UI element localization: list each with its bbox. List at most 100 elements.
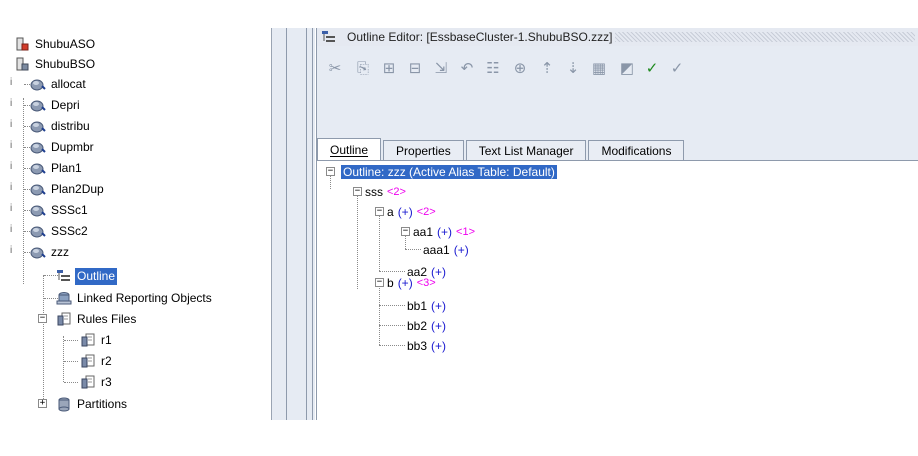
expand-collapse-icon[interactable]: i bbox=[10, 182, 12, 193]
member-name: aa1 bbox=[413, 225, 434, 239]
tree-item-label: distribu bbox=[51, 118, 90, 133]
consolidation-operator: (+) bbox=[431, 339, 447, 353]
tab-label: Properties bbox=[396, 143, 451, 158]
expand-collapse-icon[interactable]: i bbox=[10, 77, 12, 88]
verify-icon[interactable]: ✓ bbox=[642, 58, 662, 78]
tree-item-label: Depri bbox=[51, 97, 80, 112]
expand-icon[interactable]: + bbox=[38, 399, 47, 408]
tab-properties[interactable]: Properties bbox=[383, 140, 464, 160]
tree-item-database[interactable]: Plan2Dup bbox=[30, 179, 106, 199]
editor-title-bar[interactable]: Outline Editor: [EssbaseCluster-1.ShubuB… bbox=[317, 28, 918, 46]
expand-collapse-icon[interactable]: i bbox=[10, 119, 12, 130]
outline-root[interactable]: Outline: zzz (Active Alias Table: Defaul… bbox=[341, 163, 557, 181]
member-name: sss bbox=[365, 185, 383, 199]
member-name: aaa1 bbox=[423, 243, 450, 257]
member-name: bb2 bbox=[407, 319, 428, 333]
tree-item-database[interactable]: zzz bbox=[30, 242, 71, 262]
expand-collapse-icon[interactable]: i bbox=[10, 224, 12, 235]
rules-file-icon bbox=[80, 353, 96, 369]
tree-item-database[interactable]: Plan1 bbox=[30, 158, 84, 178]
member-name: bb3 bbox=[407, 339, 428, 353]
child-count: <1> bbox=[456, 226, 475, 238]
outline-member-b[interactable]: b (+) <3> bbox=[387, 274, 436, 292]
tree-item-label: Outline bbox=[75, 267, 118, 285]
tree-item-shububso[interactable]: ShubuBSO bbox=[14, 54, 97, 74]
tree-connector bbox=[43, 275, 44, 405]
outline-member-a[interactable]: a (+) <2> bbox=[387, 203, 436, 221]
cut-icon[interactable]: ✂ bbox=[325, 58, 345, 78]
expand-collapse-icon[interactable]: i bbox=[10, 140, 12, 151]
calculator-icon[interactable]: ▦ bbox=[589, 58, 609, 78]
linked-objects-icon bbox=[56, 290, 72, 306]
tree-item-label: Rules Files bbox=[77, 311, 137, 326]
database-icon bbox=[30, 118, 46, 134]
tree-item-database[interactable]: allocat bbox=[30, 74, 88, 94]
outline-member-bb2[interactable]: bb2 (+) bbox=[407, 317, 446, 335]
consolidation-operator: (+) bbox=[453, 243, 469, 257]
database-icon bbox=[30, 139, 46, 155]
tree-item-database[interactable]: SSSc2 bbox=[30, 221, 90, 241]
rules-files-icon bbox=[56, 311, 72, 327]
sort-ascending-icon[interactable]: ⇡ bbox=[537, 58, 557, 78]
tree-item-database[interactable]: distribu bbox=[30, 116, 92, 136]
add-member-icon[interactable]: ⊕ bbox=[510, 58, 530, 78]
tree-item-label: allocat bbox=[51, 76, 86, 91]
outline-tree[interactable]: − − − − − Outline: zzz (Active Alias Tab… bbox=[317, 161, 918, 420]
tree-item-rules-file[interactable]: r3 bbox=[80, 372, 114, 392]
collapse-icon[interactable]: − bbox=[326, 167, 335, 176]
outline-member-sss[interactable]: sss <2> bbox=[365, 183, 406, 201]
outline-member-bb1[interactable]: bb1 (+) bbox=[407, 297, 446, 315]
tab-text-list-manager[interactable]: Text List Manager bbox=[465, 140, 587, 160]
outline-member-aaa1[interactable]: aaa1 (+) bbox=[423, 241, 469, 259]
application-icon bbox=[14, 56, 30, 72]
sort-descending-icon[interactable]: ⇣ bbox=[563, 58, 583, 78]
pane-splitter[interactable] bbox=[271, 28, 315, 420]
partitions-icon bbox=[56, 396, 72, 412]
tree-item-outline[interactable]: Outline bbox=[56, 266, 118, 286]
consolidation-operator: (+) bbox=[437, 225, 453, 239]
tree-connector bbox=[379, 325, 405, 326]
add-child-icon[interactable]: ⊟ bbox=[405, 58, 425, 78]
database-icon bbox=[30, 160, 46, 176]
undo-icon[interactable]: ↶ bbox=[457, 58, 477, 78]
tree-item-linked-reporting-objects[interactable]: Linked Reporting Objects bbox=[56, 288, 214, 308]
tree-item-label: Linked Reporting Objects bbox=[77, 290, 212, 305]
tree-item-shubuaso[interactable]: ShubuASO bbox=[14, 34, 97, 54]
outline-member-bb3[interactable]: bb3 (+) bbox=[407, 337, 446, 355]
tree-item-rules-file[interactable]: r1 bbox=[80, 330, 114, 350]
consolidation-operator: (+) bbox=[431, 319, 447, 333]
expand-collapse-icon[interactable]: i bbox=[10, 203, 12, 214]
database-icon bbox=[30, 76, 46, 92]
consolidation-operator: (+) bbox=[397, 205, 413, 219]
tree-connector bbox=[379, 271, 405, 272]
copy-icon[interactable]: ⎘ bbox=[353, 58, 373, 78]
collapse-icon[interactable]: − bbox=[375, 278, 384, 287]
tree-item-rules-file[interactable]: r2 bbox=[80, 351, 114, 371]
outline-root-label: Outline: zzz (Active Alias Table: Defaul… bbox=[341, 165, 557, 179]
tab-outline[interactable]: Outline bbox=[317, 138, 382, 160]
tree-item-label: zzz bbox=[51, 244, 69, 259]
tab-modifications[interactable]: Modifications bbox=[588, 140, 685, 160]
expand-collapse-icon[interactable]: i bbox=[10, 161, 12, 172]
collapse-icon[interactable]: − bbox=[38, 314, 47, 323]
verify-options-icon[interactable]: ✓ bbox=[667, 58, 687, 78]
add-sibling-icon[interactable]: ⊞ bbox=[379, 58, 399, 78]
tree-item-label: Plan1 bbox=[51, 160, 82, 175]
tree-item-partitions[interactable]: Partitions bbox=[56, 394, 129, 414]
restructure-icon[interactable]: ☷ bbox=[483, 58, 503, 78]
tree-item-rules-files[interactable]: Rules Files bbox=[56, 309, 138, 329]
tree-item-database[interactable]: Depri bbox=[30, 95, 82, 115]
outline-icon bbox=[56, 268, 72, 284]
tree-item-database[interactable]: SSSc1 bbox=[30, 200, 90, 220]
expand-collapse-icon[interactable]: i bbox=[10, 245, 12, 256]
paste-icon[interactable]: ⇲ bbox=[431, 58, 451, 78]
outline-member-aa1[interactable]: aa1 (+) <1> bbox=[413, 223, 475, 241]
enterprise-view-tree[interactable]: ShubuASO ShubuBSO i allocat i Depri i distrib… bbox=[0, 28, 270, 418]
expand-collapse-icon[interactable]: i bbox=[10, 98, 12, 109]
save-icon[interactable]: ◩ bbox=[617, 58, 637, 78]
splitter-edge bbox=[312, 28, 313, 420]
collapse-icon[interactable]: − bbox=[353, 187, 362, 196]
collapse-icon[interactable]: − bbox=[375, 207, 384, 216]
collapse-icon[interactable]: − bbox=[401, 227, 410, 236]
tree-item-database[interactable]: Dupmbr bbox=[30, 137, 96, 157]
